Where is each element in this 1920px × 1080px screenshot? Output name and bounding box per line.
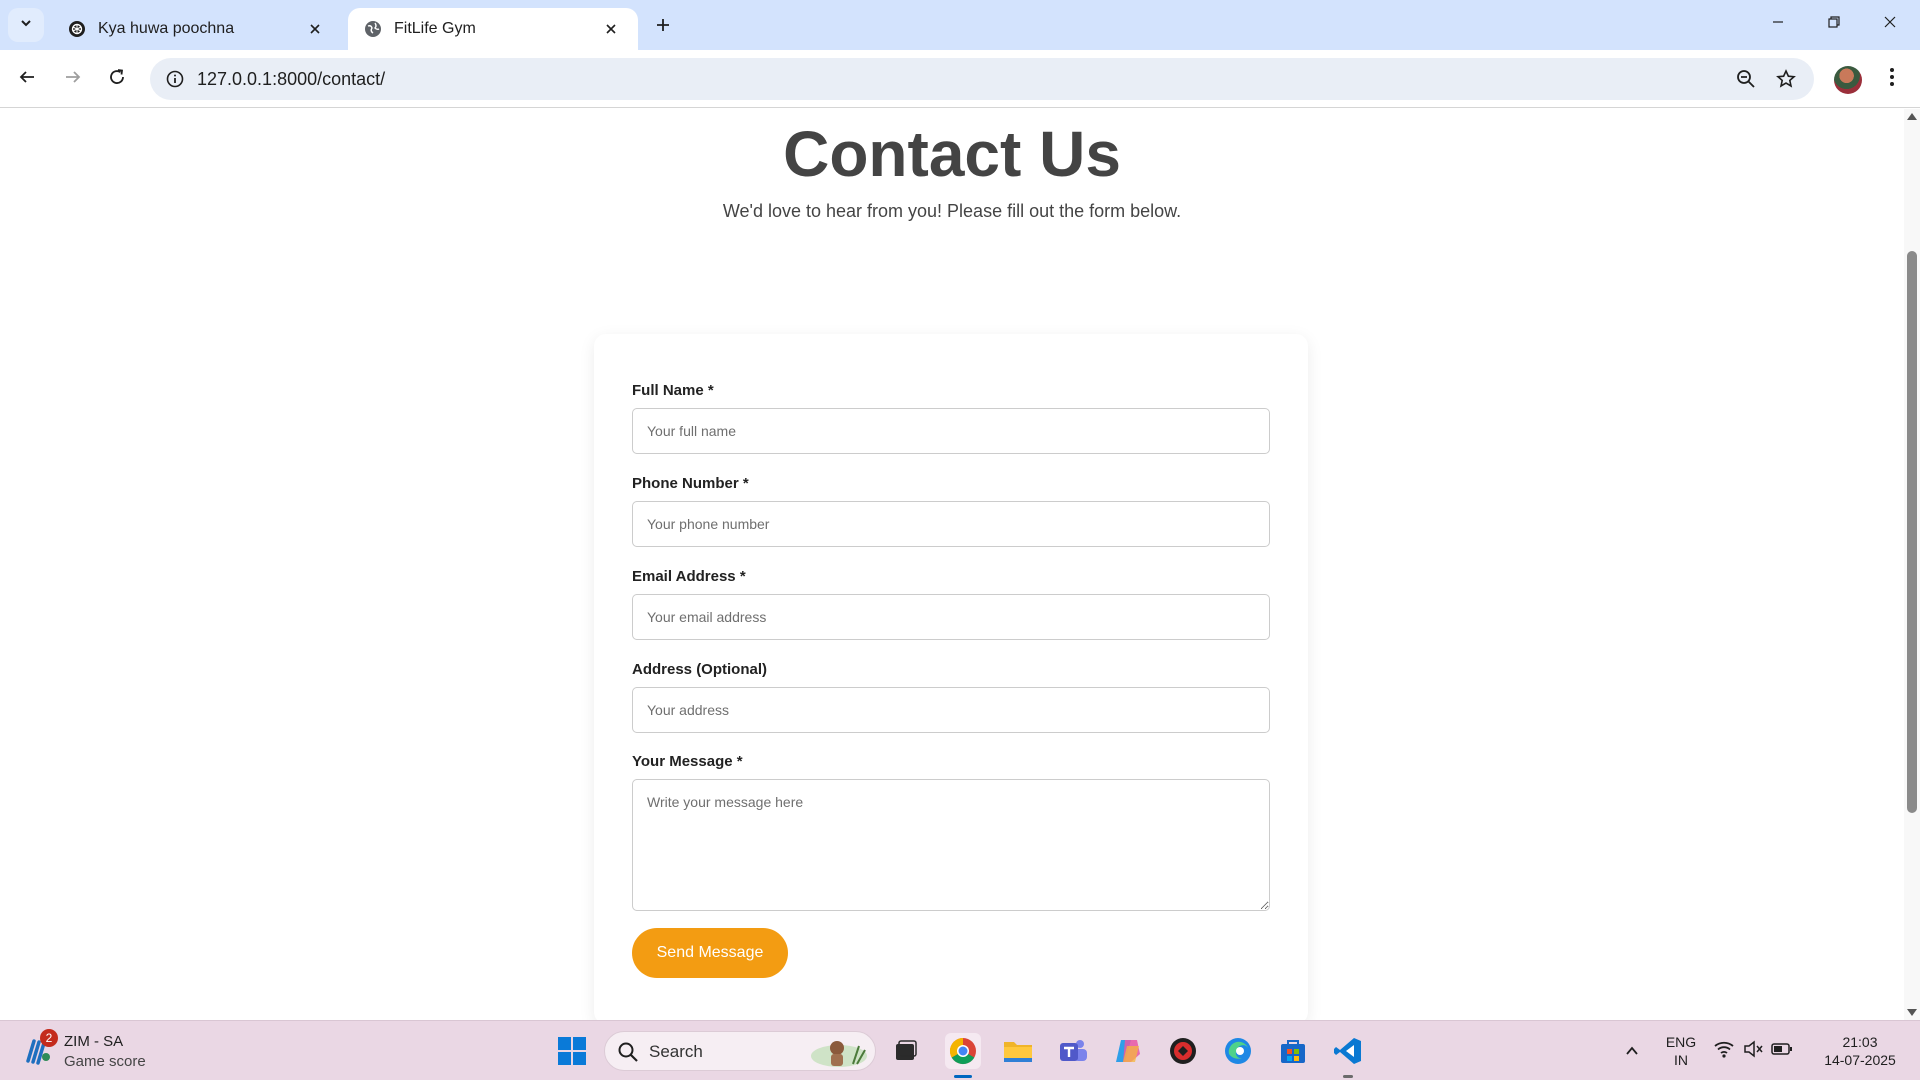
forward-button[interactable] bbox=[56, 62, 90, 96]
language-region: IN bbox=[1674, 1052, 1688, 1068]
windows-start-icon[interactable] bbox=[554, 1033, 590, 1069]
language-code: ENG bbox=[1665, 1034, 1697, 1050]
contact-form: Full Name * Phone Number * Email Address… bbox=[594, 334, 1308, 1020]
widget-subtitle: Game score bbox=[64, 1053, 146, 1070]
scrollbar-thumb[interactable] bbox=[1907, 251, 1917, 813]
phone-number-label: Phone Number * bbox=[632, 475, 749, 492]
reload-button[interactable] bbox=[100, 62, 134, 96]
clock-time: 21:03 bbox=[1842, 1034, 1878, 1050]
taskbar-search[interactable]: Search bbox=[604, 1031, 876, 1071]
task-view-icon[interactable] bbox=[888, 1033, 924, 1069]
more-vert-icon bbox=[1889, 67, 1895, 92]
teams-icon[interactable] bbox=[1055, 1033, 1091, 1069]
send-message-button[interactable]: Send Message bbox=[632, 928, 788, 978]
page-title: Contact Us bbox=[783, 118, 1121, 190]
copilot-icon[interactable] bbox=[1110, 1033, 1146, 1069]
vscode-icon[interactable] bbox=[1330, 1033, 1366, 1069]
notification-badge: 2 bbox=[40, 1029, 58, 1047]
phone-number-input[interactable] bbox=[632, 501, 1270, 547]
minimize-icon bbox=[1771, 15, 1785, 34]
chevron-up-icon[interactable] bbox=[1614, 1033, 1650, 1069]
minimize-button[interactable] bbox=[1750, 0, 1806, 48]
clock-date: 14-07-2025 bbox=[1824, 1052, 1896, 1068]
browser-toolbar: 127.0.0.1:8000/contact/ bbox=[0, 50, 1920, 108]
active-app-indicator bbox=[954, 1075, 972, 1078]
full-name-input[interactable] bbox=[632, 408, 1270, 454]
restore-button[interactable] bbox=[1806, 0, 1862, 48]
zoom-icon[interactable] bbox=[1734, 67, 1758, 91]
system-status-group[interactable] bbox=[1708, 1033, 1798, 1069]
url-text[interactable]: 127.0.0.1:8000/contact/ bbox=[197, 69, 385, 90]
tab-search-button[interactable] bbox=[8, 8, 44, 42]
edge-icon[interactable] bbox=[1220, 1033, 1256, 1069]
new-tab-button[interactable] bbox=[648, 12, 678, 42]
weather-sports-widget[interactable]: 2 ZIM - SA Game score bbox=[22, 1029, 222, 1071]
app-red-icon[interactable] bbox=[1165, 1033, 1201, 1069]
message-label: Your Message * bbox=[632, 753, 743, 770]
browser-menu-button[interactable] bbox=[1878, 64, 1906, 94]
bookmark-star-icon[interactable] bbox=[1774, 67, 1798, 91]
windows-taskbar: 2 ZIM - SA Game score Search ENG IN 21:0… bbox=[0, 1020, 1920, 1080]
arrow-right-icon bbox=[64, 68, 82, 91]
wifi-icon bbox=[1713, 1040, 1735, 1063]
reload-icon bbox=[108, 68, 126, 91]
globe-icon bbox=[364, 20, 382, 38]
tab-title: Kya huwa poochna bbox=[98, 20, 235, 37]
volume-muted-icon bbox=[1743, 1039, 1763, 1063]
language-indicator[interactable]: ENG IN bbox=[1656, 1033, 1706, 1069]
email-address-input[interactable] bbox=[632, 594, 1270, 640]
back-button[interactable] bbox=[10, 62, 44, 96]
search-icon bbox=[617, 1041, 639, 1063]
close-window-button[interactable] bbox=[1862, 0, 1918, 48]
address-label: Address (Optional) bbox=[632, 661, 768, 678]
scroll-down-arrow-icon[interactable] bbox=[1907, 1009, 1917, 1016]
tab-kya-huwa-poochna[interactable]: Kya huwa poochna bbox=[52, 8, 342, 50]
search-placeholder: Search bbox=[649, 1042, 703, 1061]
browser-tab-strip: Kya huwa poochna FitLife Gym bbox=[0, 0, 1920, 50]
battery-icon bbox=[1771, 1042, 1793, 1061]
plus-icon bbox=[655, 17, 671, 38]
search-highlight-illustration-icon bbox=[809, 1036, 869, 1068]
arrow-left-icon bbox=[18, 68, 36, 91]
widget-title: ZIM - SA bbox=[64, 1033, 124, 1050]
scroll-up-arrow-icon[interactable] bbox=[1907, 113, 1917, 120]
store-icon[interactable] bbox=[1275, 1033, 1311, 1069]
chevron-down-icon bbox=[19, 16, 33, 35]
tab-fitlife-gym[interactable]: FitLife Gym bbox=[348, 8, 638, 50]
web-page: Contact Us We'd love to hear from you! P… bbox=[0, 109, 1904, 1020]
address-input[interactable] bbox=[632, 687, 1270, 733]
address-bar[interactable]: 127.0.0.1:8000/contact/ bbox=[150, 58, 1814, 100]
file-explorer-icon[interactable] bbox=[1000, 1033, 1036, 1069]
email-address-label: Email Address * bbox=[632, 568, 746, 585]
chrome-icon[interactable] bbox=[945, 1033, 981, 1069]
profile-avatar[interactable] bbox=[1834, 66, 1862, 94]
tab-title: FitLife Gym bbox=[394, 20, 476, 37]
openai-icon bbox=[68, 20, 86, 38]
close-icon[interactable] bbox=[600, 18, 622, 40]
message-textarea[interactable] bbox=[632, 779, 1270, 911]
page-scrollbar[interactable] bbox=[1904, 109, 1920, 1020]
info-icon[interactable] bbox=[164, 68, 186, 90]
page-subtitle: We'd love to hear from you! Please fill … bbox=[722, 201, 1182, 221]
close-icon[interactable] bbox=[304, 18, 326, 40]
restore-icon bbox=[1827, 15, 1841, 34]
full-name-label: Full Name * bbox=[632, 382, 714, 399]
running-app-indicator bbox=[1343, 1075, 1353, 1078]
clock[interactable]: 21:03 14-07-2025 bbox=[1810, 1033, 1910, 1069]
close-icon bbox=[1883, 15, 1897, 34]
